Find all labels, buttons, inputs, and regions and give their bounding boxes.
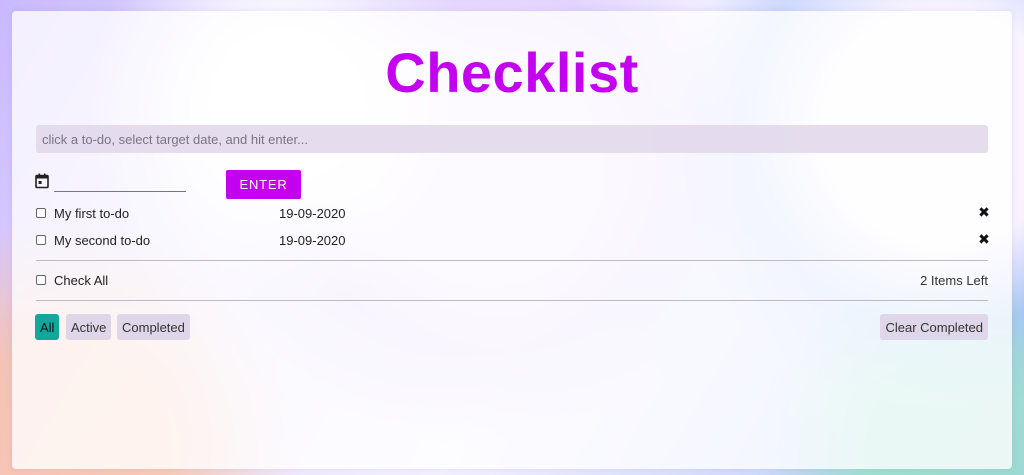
todo-row: My second to-do 19-09-2020 ✖ [12,231,1012,251]
check-all-checkbox[interactable] [36,275,46,285]
check-all-label: Check All [54,273,109,288]
todo-text: My second to-do [54,233,151,248]
filter-completed-button[interactable]: Completed [117,314,190,340]
divider [36,300,988,301]
filter-all-button[interactable]: All [35,314,60,340]
filter-active-button[interactable]: Active [66,314,112,340]
items-left-count: 2 Items Left [920,273,988,288]
todo-checkbox[interactable] [36,235,46,245]
todo-date: 19-09-2020 [279,206,346,221]
clear-completed-button[interactable]: Clear Completed [880,314,988,340]
todo-text: My first to-do [54,206,130,221]
page-title: Checklist [385,41,639,104]
checklist-card: Checklist ENTER My first to-do 19-09-202… [12,11,1012,469]
date-field[interactable] [54,175,186,192]
todo-input[interactable] [36,125,988,153]
todo-row: My first to-do 19-09-2020 ✖ [12,204,1012,224]
todo-checkbox[interactable] [36,208,46,218]
divider [36,260,988,261]
todo-date: 19-09-2020 [279,233,346,248]
calendar-icon[interactable] [35,173,49,189]
enter-button[interactable]: ENTER [226,170,301,199]
check-all-row: Check All [12,271,1012,291]
close-icon[interactable]: ✖ [976,231,992,249]
close-icon[interactable]: ✖ [976,204,992,222]
